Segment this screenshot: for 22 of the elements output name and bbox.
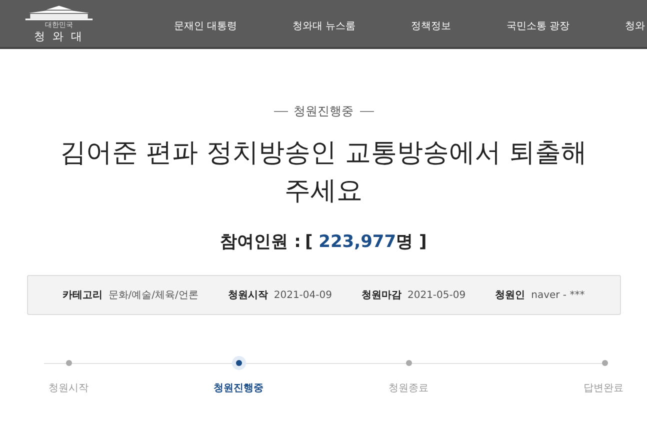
nav-link[interactable]: 문재인 대통령 — [174, 18, 238, 32]
info-value: 2021-05-09 — [407, 290, 466, 301]
info-label: 카테고리 — [62, 289, 102, 302]
count-value: [ 223,977명 ] — [304, 231, 427, 253]
step-label: 답변완료 — [584, 382, 624, 395]
info-value: 2021-04-09 — [274, 290, 332, 301]
step-label: 청원종료 — [388, 382, 428, 395]
nav-link[interactable]: 청와 — [625, 18, 645, 32]
info-label: 청원마감 — [361, 289, 402, 302]
nav-link[interactable]: 국민소통 광장 — [506, 18, 570, 32]
step-label: 청원진행중 — [214, 382, 264, 395]
info-value: 문화/예술/체육/언론 — [108, 289, 198, 302]
nav-link[interactable]: 청와대 뉴스룸 — [292, 18, 356, 32]
info-label: 청원인 — [495, 289, 526, 302]
status-label: 청원진행중 — [294, 103, 354, 120]
logo-text[interactable]: 청 와 대 — [34, 30, 84, 42]
count-label: 참여인원 : — [220, 231, 301, 253]
info-label: 청원시작 — [228, 289, 268, 302]
nav-link[interactable]: 정책정보 — [411, 18, 452, 32]
step-label: 청원시작 — [48, 382, 88, 395]
petition-title: 김어준 편파 정치방송인 교통방송에서 퇴출해 주세요 — [58, 137, 588, 208]
info-value: naver - *** — [531, 290, 585, 301]
